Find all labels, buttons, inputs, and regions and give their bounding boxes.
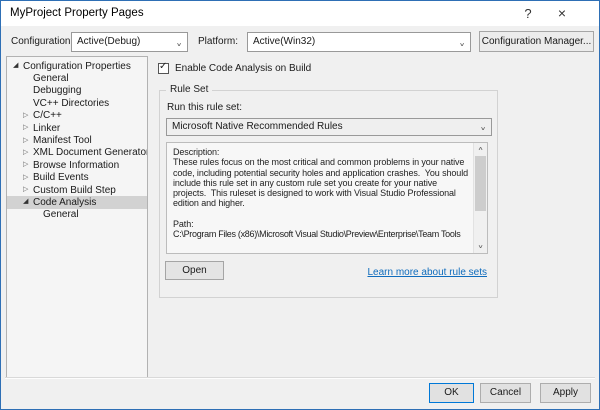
tree-collapsed-icon[interactable]: ▷	[23, 160, 33, 170]
tree-collapsed-icon[interactable]: ▷	[23, 185, 33, 195]
tree-item-label: Debugging	[33, 85, 81, 96]
tree-collapsed-icon[interactable]: ▷	[23, 136, 33, 146]
cancel-button[interactable]: Cancel	[480, 383, 531, 403]
tree-item-c-c[interactable]: ▷C/C++	[7, 110, 147, 122]
rule-set-value: Microsoft Native Recommended Rules	[172, 121, 343, 132]
chevron-down-icon: ∨	[459, 39, 465, 50]
configuration-label: Configuration:	[11, 32, 73, 52]
rule-set-group: Rule Set Run this rule set: Microsoft Na…	[159, 90, 498, 298]
configuration-dropdown[interactable]: Active(Debug) ∨	[71, 32, 188, 52]
description-scrollbar[interactable]: ∧ ∨	[473, 143, 487, 253]
checkmark-icon: ✓	[159, 61, 167, 72]
tree-expanded-icon[interactable]: ◢	[23, 197, 33, 207]
tree-item-general[interactable]: General	[7, 72, 147, 84]
footer-divider	[5, 377, 595, 378]
configuration-value: Active(Debug)	[77, 36, 140, 47]
tree-item-label: Browse Information	[33, 160, 119, 171]
ok-button[interactable]: OK	[429, 383, 474, 403]
tree-collapsed-icon[interactable]: ▷	[23, 123, 33, 133]
close-icon[interactable]: ×	[547, 1, 577, 26]
tree-item-label: General	[33, 73, 69, 84]
tree-item-label: Manifest Tool	[33, 135, 92, 146]
chevron-down-icon: ∨	[176, 39, 182, 50]
config-tree[interactable]: ◢Configuration PropertiesGeneralDebuggin…	[6, 56, 148, 378]
rule-set-group-title: Rule Set	[166, 84, 212, 95]
platform-label: Platform:	[198, 32, 238, 52]
tree-collapsed-icon[interactable]: ▷	[23, 111, 33, 121]
tree-collapsed-icon[interactable]: ▷	[23, 173, 33, 183]
path-value: C:\Program Files (x86)\Microsoft Visual …	[173, 229, 470, 239]
tree-item-vc-directories[interactable]: VC++ Directories	[7, 97, 147, 109]
tree-item-label: Build Events	[33, 172, 89, 183]
tree-item-manifest-tool[interactable]: ▷Manifest Tool	[7, 134, 147, 146]
tree-item-label: Code Analysis	[33, 197, 96, 208]
tree-item-label: Custom Build Step	[33, 185, 116, 196]
rule-set-dropdown[interactable]: Microsoft Native Recommended Rules ∨	[166, 118, 492, 136]
learn-more-link[interactable]: Learn more about rule sets	[367, 267, 487, 278]
scroll-down-icon[interactable]: ∨	[474, 243, 487, 250]
tree-expanded-icon[interactable]: ◢	[13, 61, 23, 71]
run-rule-set-label: Run this rule set:	[167, 102, 242, 113]
tree-item-configuration-properties[interactable]: ◢Configuration Properties	[7, 60, 147, 72]
chevron-down-icon: ∨	[480, 124, 486, 134]
help-icon[interactable]: ?	[513, 1, 543, 26]
enable-code-analysis-checkbox[interactable]: ✓	[158, 63, 169, 74]
description-heading: Description:	[173, 147, 470, 157]
tree-item-linker[interactable]: ▷Linker	[7, 122, 147, 134]
tree-item-code-analysis[interactable]: ◢Code Analysis	[7, 196, 147, 208]
platform-dropdown[interactable]: Active(Win32) ∨	[247, 32, 471, 52]
tree-item-build-events[interactable]: ▷Build Events	[7, 172, 147, 184]
tree-item-label: C/C++	[33, 110, 62, 121]
tree-item-label: General	[43, 209, 79, 220]
description-body: These rules focus on the most critical a…	[173, 157, 470, 208]
enable-code-analysis-label: Enable Code Analysis on Build	[175, 59, 311, 79]
path-label: Path:	[173, 219, 470, 229]
tree-item-browse-information[interactable]: ▷Browse Information	[7, 159, 147, 171]
tree-item-label: Configuration Properties	[23, 61, 131, 72]
rule-set-description-box[interactable]: Description: These rules focus on the mo…	[166, 142, 488, 254]
scrollbar-thumb[interactable]	[475, 156, 486, 211]
apply-button[interactable]: Apply	[540, 383, 591, 403]
rule-set-description-text: Description: These rules focus on the mo…	[173, 147, 470, 239]
title-bar[interactable]: MyProject Property Pages ? ×	[1, 1, 599, 26]
tree-item-label: VC++ Directories	[33, 98, 109, 109]
window-title: MyProject Property Pages	[10, 1, 144, 26]
platform-value: Active(Win32)	[253, 36, 315, 47]
property-pages-dialog: MyProject Property Pages ? × Configurati…	[0, 0, 600, 410]
tree-item-custom-build-step[interactable]: ▷Custom Build Step	[7, 184, 147, 196]
tree-item-general[interactable]: General	[7, 209, 147, 221]
tree-item-label: Linker	[33, 123, 60, 134]
tree-collapsed-icon[interactable]: ▷	[23, 148, 33, 158]
configuration-manager-button[interactable]: Configuration Manager...	[479, 31, 594, 52]
tree-item-xml-document-generator[interactable]: ▷XML Document Generator	[7, 147, 147, 159]
scroll-up-icon[interactable]: ∧	[474, 145, 487, 152]
open-button[interactable]: Open	[165, 261, 224, 280]
tree-item-debugging[interactable]: Debugging	[7, 85, 147, 97]
tree-item-label: XML Document Generator	[33, 147, 148, 158]
